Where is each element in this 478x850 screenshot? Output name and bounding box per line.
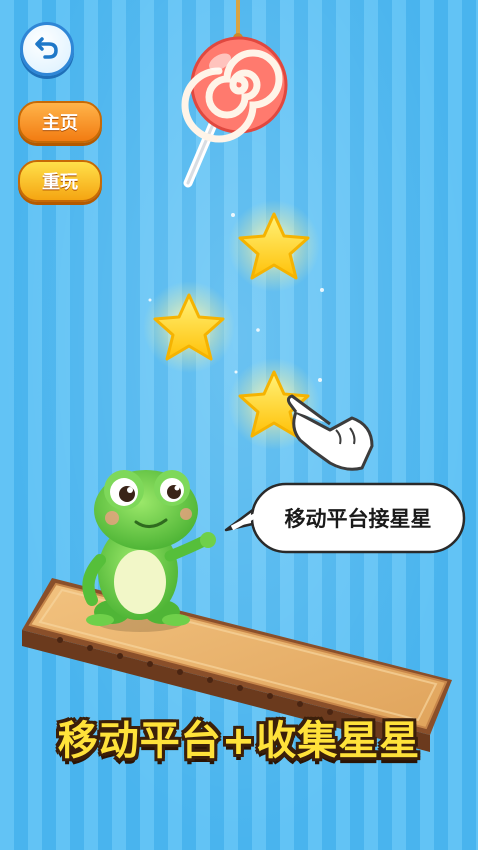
- home-button-label: 主页: [42, 113, 78, 134]
- star-icon[interactable]: [228, 200, 320, 292]
- home-button[interactable]: 主页: [18, 101, 102, 143]
- back-button[interactable]: [20, 22, 74, 76]
- frog-character: [82, 470, 216, 632]
- speech-bubble-text: 移动平台接星星: [284, 507, 432, 531]
- undo-arrow-icon: [34, 34, 60, 64]
- replay-button[interactable]: 重玩: [18, 160, 102, 202]
- pointing-hand-icon: [286, 394, 374, 471]
- speech-bubble: 移动平台接星星: [252, 484, 464, 552]
- replay-button-label: 重玩: [42, 172, 78, 193]
- promo-caption: 移动平台+收集星星: [57, 718, 421, 764]
- lollipop-icon: [181, 0, 288, 188]
- star-icon[interactable]: [143, 281, 235, 373]
